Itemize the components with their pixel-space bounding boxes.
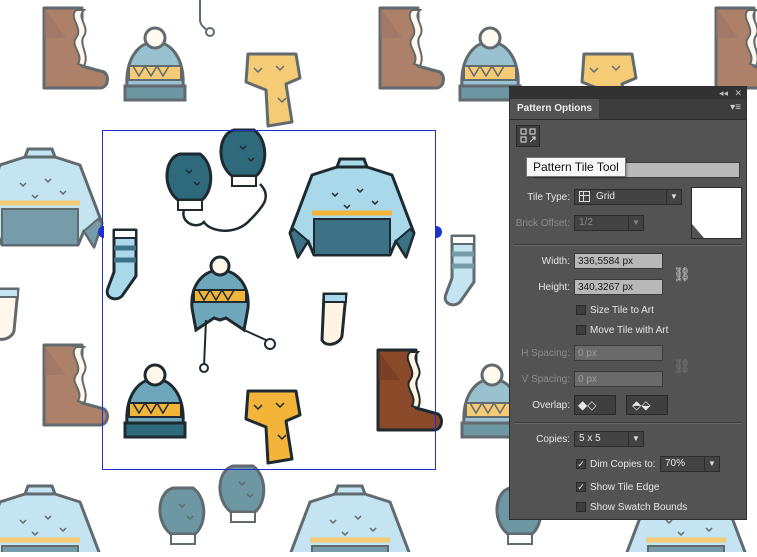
dim-copies-value: 70% xyxy=(665,458,686,469)
show-tile-edge-checkbox[interactable]: ✓ xyxy=(576,482,586,492)
pattern-tile-tool-tooltip: Pattern Tile Tool xyxy=(526,157,626,177)
chevron-down-icon: ▼ xyxy=(628,432,643,446)
chevron-down-icon: ▼ xyxy=(628,216,643,230)
pattern-tile-edge[interactable] xyxy=(102,130,436,470)
copies-dropdown[interactable]: 5 x 5 ▼ xyxy=(574,431,644,447)
pattern-options-panel: ◂◂ ✕ Pattern Options ▾≡ Tile Type: Grid … xyxy=(509,86,747,520)
dim-copies-label: Dim Copies to: xyxy=(590,459,656,470)
link-spacing-icon[interactable]: ⛓ xyxy=(672,355,692,377)
tile-type-dropdown[interactable]: Grid ▼ xyxy=(574,189,682,205)
panel-titlebar[interactable]: ◂◂ ✕ xyxy=(510,87,746,99)
v-spacing-field[interactable]: 0 px xyxy=(574,371,663,387)
link-proportions-icon[interactable]: ⛓ xyxy=(672,263,692,285)
horizontal-overlap-group: ◆◇ xyxy=(574,395,616,415)
chevron-down-icon: ▼ xyxy=(704,457,719,471)
divider xyxy=(514,422,742,424)
top-in-front-icon[interactable]: ⬘⬙ xyxy=(632,398,650,412)
width-field[interactable]: 336,5584 px xyxy=(574,253,663,269)
brick-offset-dropdown[interactable]: 1/2 ▼ xyxy=(574,215,644,231)
move-tile-with-art-label: Move Tile with Art xyxy=(590,325,669,336)
size-tile-to-art-checkbox[interactable] xyxy=(576,305,586,315)
brick-offset-label: Brick Offset: xyxy=(515,218,570,229)
divider xyxy=(514,244,742,246)
show-swatch-bounds-label: Show Swatch Bounds xyxy=(590,502,688,513)
pattern-tile-tool-button[interactable] xyxy=(516,125,540,147)
panel-menu-icon[interactable]: ▾≡ xyxy=(730,102,741,113)
dim-copies-checkbox[interactable]: ✓ xyxy=(576,459,586,469)
tile-edge-handle-left[interactable] xyxy=(98,226,104,238)
h-spacing-label: H Spacing: xyxy=(521,348,570,359)
show-swatch-bounds-checkbox[interactable] xyxy=(576,502,586,512)
tile-preview xyxy=(691,187,742,239)
move-tile-with-art-checkbox[interactable] xyxy=(576,325,586,335)
left-in-front-icon[interactable]: ◆◇ xyxy=(578,398,596,412)
tile-type-label: Tile Type: xyxy=(527,192,570,203)
overlap-label: Overlap: xyxy=(532,400,570,411)
h-spacing-field[interactable]: 0 px xyxy=(574,345,663,361)
pattern-tile-tool-icon xyxy=(520,128,536,143)
chevron-down-icon: ▼ xyxy=(666,190,681,204)
copies-label: Copies: xyxy=(536,434,570,445)
vertical-overlap-group: ⬘⬙ xyxy=(626,395,668,415)
height-field[interactable]: 340,3267 px xyxy=(574,279,663,295)
tile-type-value: Grid xyxy=(596,191,615,202)
dim-copies-dropdown[interactable]: 70% ▼ xyxy=(660,456,720,472)
show-tile-edge-label: Show Tile Edge xyxy=(590,482,660,493)
width-label: Width: xyxy=(541,256,570,267)
collapse-panel-button[interactable]: ◂◂ xyxy=(719,87,728,99)
size-tile-to-art-label: Size Tile to Art xyxy=(590,305,654,316)
v-spacing-label: V Spacing: xyxy=(521,374,570,385)
close-panel-button[interactable]: ✕ xyxy=(734,87,742,99)
copies-value: 5 x 5 xyxy=(579,433,601,444)
grid-icon xyxy=(579,190,590,202)
tab-pattern-options[interactable]: Pattern Options xyxy=(510,99,600,119)
brick-offset-value: 1/2 xyxy=(579,217,593,228)
height-label: Height: xyxy=(538,282,570,293)
